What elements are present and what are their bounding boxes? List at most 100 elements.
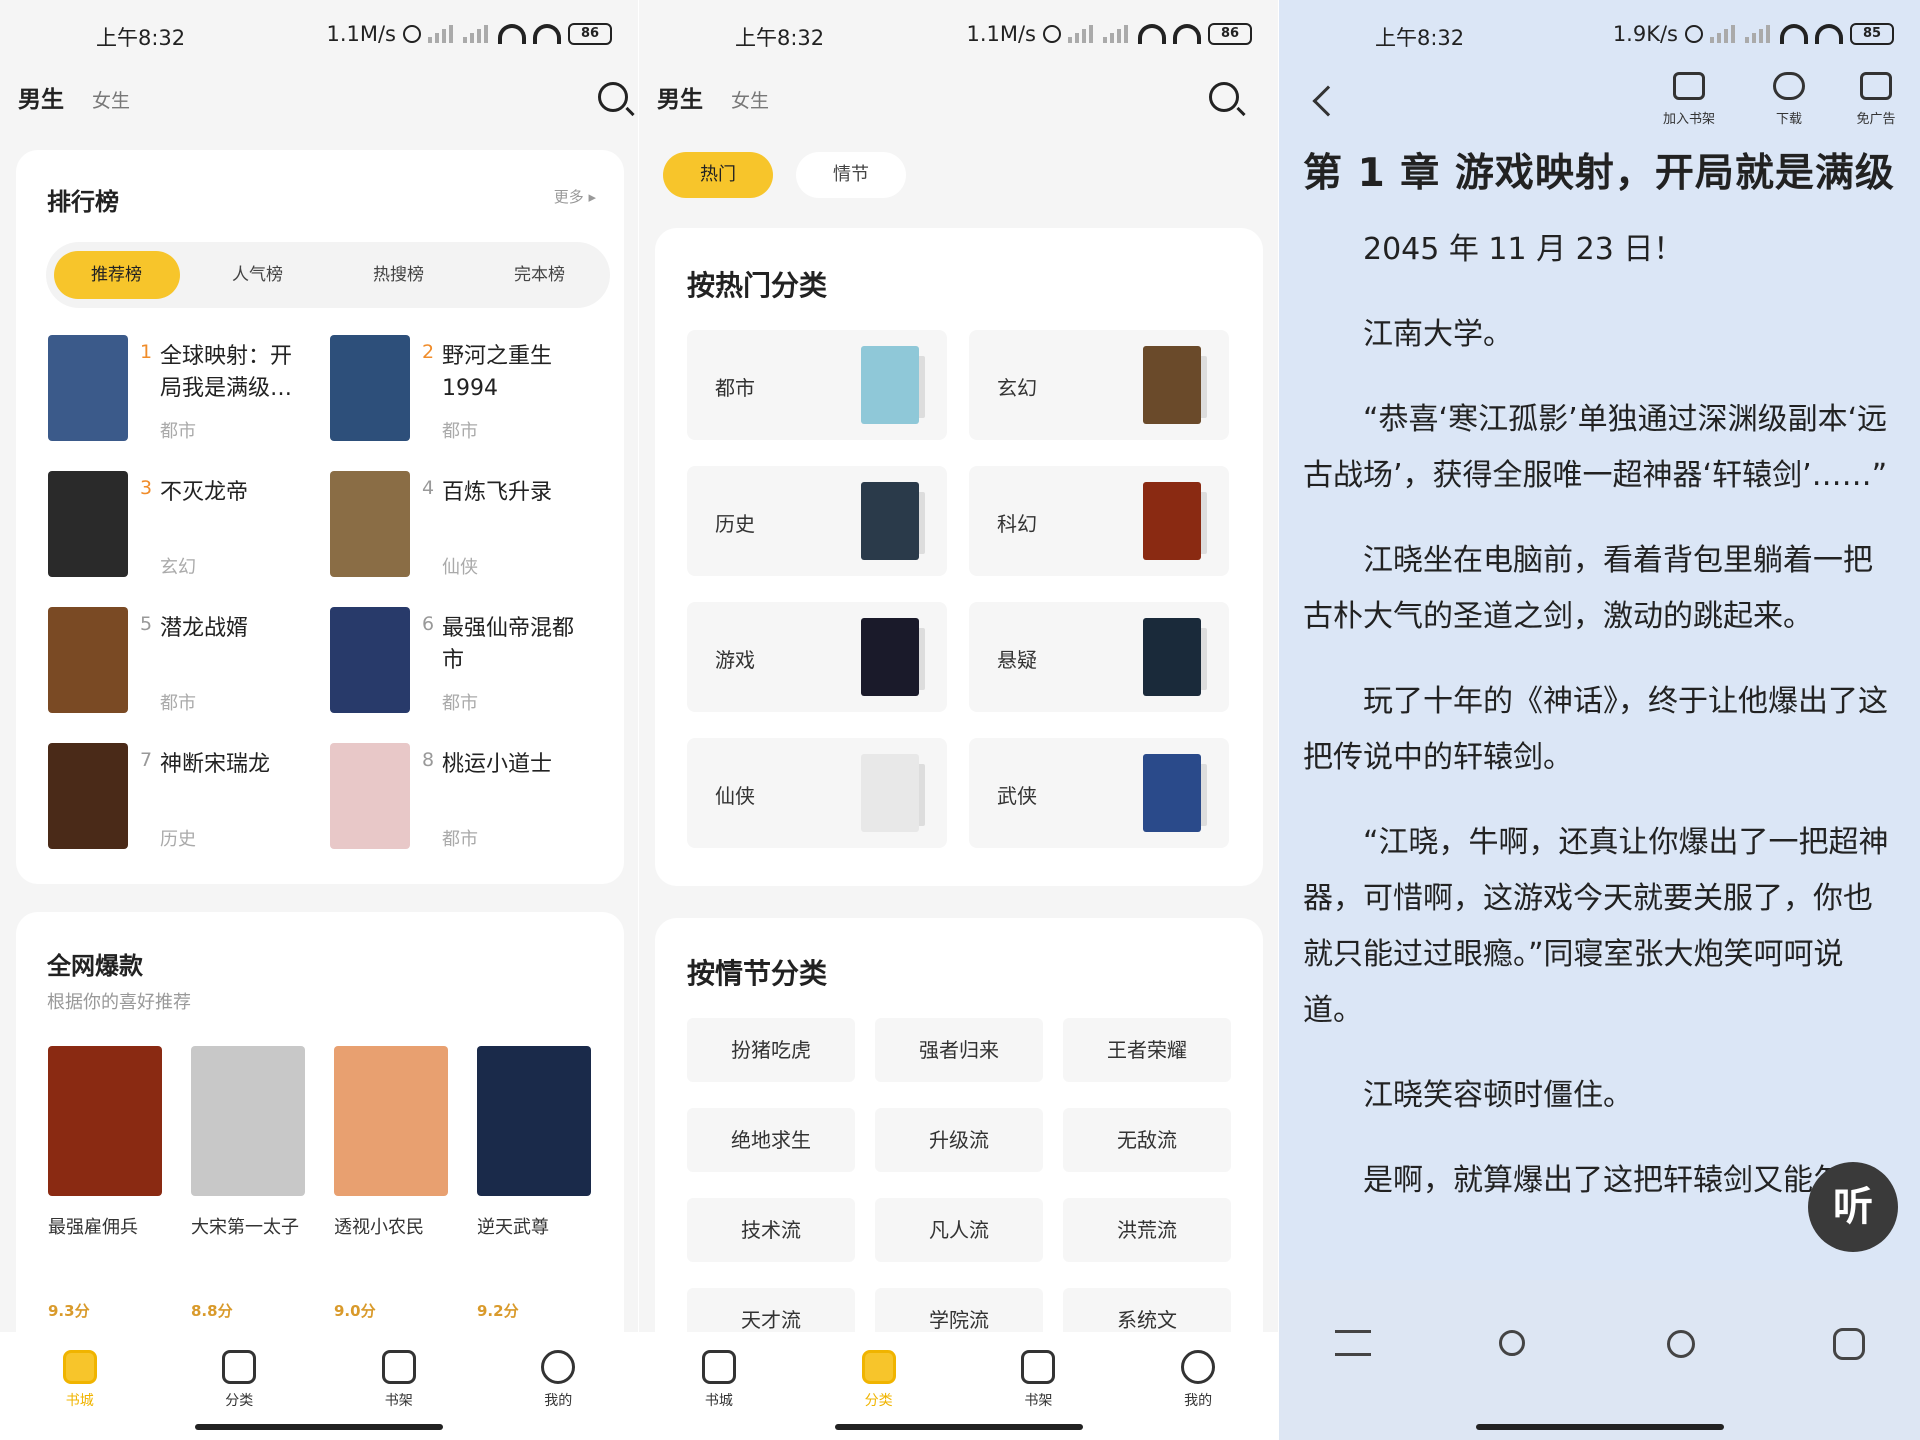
category-tile[interactable]: 武侠 — [969, 738, 1229, 848]
toc-icon[interactable] — [1335, 1330, 1371, 1356]
ranking-more-link[interactable]: 更多 ▸ — [554, 186, 596, 207]
chapter-title: 第 1 章 游戏映射，开局就是满级 — [1303, 151, 1895, 196]
battery-icon: 86 — [1208, 23, 1252, 45]
tab-female[interactable]: 女生 — [731, 86, 769, 113]
nav-mine[interactable]: 我的 — [1153, 1350, 1243, 1410]
tab-recommend[interactable]: 推荐榜 — [53, 251, 180, 299]
nav-bookstore[interactable]: 书城 — [674, 1350, 764, 1410]
rank-item[interactable]: 2 野河之重生1994 都市 — [330, 335, 590, 445]
tab-male[interactable]: 男生 — [18, 80, 64, 114]
plot-tag[interactable]: 绝地求生 — [687, 1108, 855, 1172]
rank-item[interactable]: 6 最强仙帝混都市 都市 — [330, 607, 590, 717]
hot-category-card: 按热门分类 都市 玄幻 历史 科幻 游戏 悬疑 仙侠 武侠 — [655, 228, 1263, 886]
plot-tag[interactable]: 技术流 — [687, 1198, 855, 1262]
rank-item[interactable]: 7 神断宋瑞龙 历史 — [48, 743, 308, 853]
bookshelf-icon — [381, 1350, 416, 1384]
category-tile[interactable]: 仙侠 — [687, 738, 947, 848]
download-button[interactable]: 下载 — [1749, 72, 1829, 127]
signal-icon — [1068, 25, 1096, 43]
plot-tag[interactable]: 扮猪吃虎 — [687, 1018, 855, 1082]
nav-mine[interactable]: 我的 — [513, 1350, 603, 1410]
tab-popular[interactable]: 人气榜 — [195, 251, 321, 299]
book-title: 大宋第一太子 — [191, 1217, 299, 1238]
wifi-icon — [1780, 24, 1808, 44]
search-icon[interactable] — [598, 82, 628, 112]
hot-book[interactable]: 最强雇佣兵 9.3分 — [48, 1046, 164, 1336]
nav-bookshelf[interactable]: 书架 — [354, 1350, 444, 1410]
rank-item[interactable]: 5 潜龙战婿 都市 — [48, 607, 308, 717]
user-icon — [541, 1350, 576, 1384]
brightness-icon[interactable] — [1667, 1330, 1695, 1358]
add-to-shelf-button[interactable]: 加入书架 — [1649, 72, 1729, 127]
status-bar: 上午8:32 1.1M/s 86 — [639, 0, 1278, 70]
category-tile[interactable]: 都市 — [687, 330, 947, 440]
rank-item[interactable]: 8 桃运小道士 都市 — [330, 743, 590, 853]
category-tile[interactable]: 科幻 — [969, 466, 1229, 576]
book-genre: 都市 — [160, 693, 196, 714]
pill-hot[interactable]: 热门 — [663, 152, 773, 198]
plot-category-title: 按情节分类 — [687, 957, 828, 990]
category-tile[interactable]: 玄幻 — [969, 330, 1229, 440]
book-title: 神断宋瑞龙 — [160, 752, 271, 777]
plot-tag[interactable]: 升级流 — [875, 1108, 1043, 1172]
hot-book[interactable]: 大宋第一太子 8.8分 — [191, 1046, 307, 1336]
listen-button[interactable]: 听 — [1808, 1162, 1898, 1252]
book-cover — [330, 743, 410, 849]
paragraph: 江晓笑容顿时僵住。 — [1363, 1078, 1633, 1113]
settings-icon[interactable] — [1833, 1328, 1865, 1360]
book-cover — [48, 335, 128, 441]
category-panel: 上午8:32 1.1M/s 86 男生 女生 热门 情节 按热门分类 都市 玄幻历… — [639, 0, 1278, 1440]
book-title: 全球映射：开局我是满级… — [160, 344, 293, 401]
category-label: 都市 — [715, 376, 755, 400]
progress-icon[interactable] — [1499, 1330, 1525, 1356]
gender-tabs: 男生 女生 — [657, 80, 769, 114]
category-cover — [861, 482, 919, 560]
nav-bookstore[interactable]: 书城 — [35, 1350, 125, 1410]
ad-free-button[interactable]: 免广告 — [1836, 72, 1916, 127]
rank-number: 1 — [140, 341, 153, 363]
tab-finished[interactable]: 完本榜 — [477, 251, 603, 299]
tab-female[interactable]: 女生 — [92, 86, 130, 113]
plot-tag[interactable]: 强者归来 — [875, 1018, 1043, 1082]
home-indicator — [195, 1424, 443, 1430]
nav-bookshelf[interactable]: 书架 — [993, 1350, 1083, 1410]
status-bar: 上午8:32 1.1M/s 86 — [0, 0, 638, 70]
home-indicator — [1475, 1424, 1724, 1430]
category-tile[interactable]: 悬疑 — [969, 602, 1229, 712]
search-icon[interactable] — [1209, 82, 1239, 112]
category-tile[interactable]: 游戏 — [687, 602, 947, 712]
plot-tag[interactable]: 凡人流 — [875, 1198, 1043, 1262]
tab-male[interactable]: 男生 — [657, 80, 703, 114]
rank-item[interactable]: 3 不灭龙帝 玄幻 — [48, 471, 308, 581]
hot-book[interactable]: 透视小农民 9.0分 — [334, 1046, 450, 1336]
rank-item[interactable]: 1 全球映射：开局我是满级… 都市 — [48, 335, 308, 445]
nav-mine-label: 我的 — [544, 1393, 573, 1409]
hot-book[interactable]: 逆天武尊 9.2分 — [477, 1046, 593, 1336]
book-genre: 都市 — [442, 421, 478, 442]
nav-category[interactable]: 分类 — [834, 1350, 924, 1410]
network-speed: 1.9K/s — [1612, 22, 1678, 46]
gender-tabs: 男生 女生 — [18, 80, 130, 114]
nav-category[interactable]: 分类 — [194, 1350, 284, 1410]
paragraph: 玩了十年的《神话》，终于让他爆出了这把传说中的轩辕剑。 — [1303, 684, 1888, 775]
book-score: 9.3分 — [48, 1302, 90, 1320]
plot-tag[interactable]: 洪荒流 — [1063, 1198, 1231, 1262]
back-arrow-icon[interactable] — [1312, 85, 1344, 117]
book-cover — [330, 471, 410, 577]
plot-tag[interactable]: 无敌流 — [1063, 1108, 1231, 1172]
nav-category-label: 分类 — [225, 1393, 254, 1409]
signal-icon — [1710, 25, 1738, 43]
plot-tag[interactable]: 王者荣耀 — [1063, 1018, 1231, 1082]
pill-plot[interactable]: 情节 — [796, 152, 906, 198]
signal-icon-2 — [1103, 25, 1131, 43]
bookstore-panel: 上午8:32 1.1M/s 86 男生 女生 排行榜 更多 ▸ 推荐榜 人气榜 … — [0, 0, 638, 1440]
book-cover — [477, 1046, 591, 1196]
book-title: 潜龙战婿 — [160, 616, 249, 641]
book-score: 8.8分 — [191, 1302, 233, 1320]
category-cover — [1143, 346, 1201, 424]
book-cover — [48, 471, 128, 577]
tab-hot-search[interactable]: 热搜榜 — [336, 251, 462, 299]
ad-free-label: 免广告 — [1856, 112, 1896, 127]
category-tile[interactable]: 历史 — [687, 466, 947, 576]
rank-item[interactable]: 4 百炼飞升录 仙侠 — [330, 471, 590, 581]
